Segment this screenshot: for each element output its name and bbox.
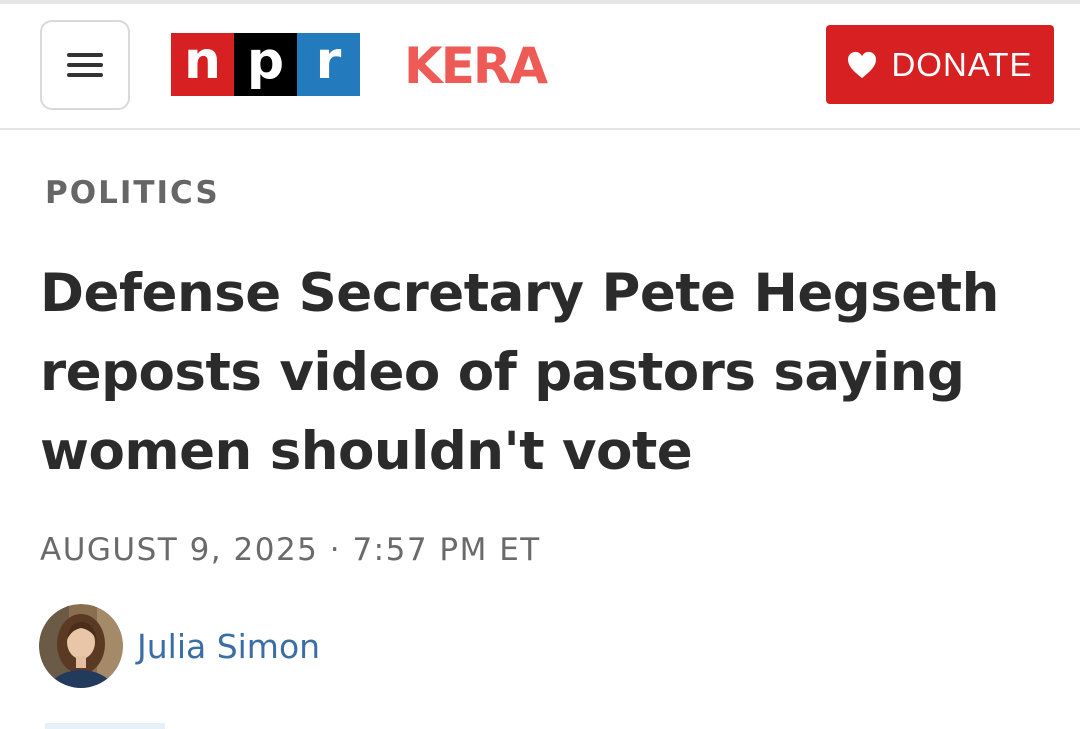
heart-icon xyxy=(848,51,877,78)
station-logo[interactable]: KERA xyxy=(404,38,548,94)
npr-logo-letter-r: r xyxy=(297,33,360,96)
npr-logo[interactable]: n p r xyxy=(171,33,360,96)
author-name-link[interactable]: Julia Simon xyxy=(137,627,320,666)
author-avatar[interactable] xyxy=(39,604,123,688)
article-dateline: AUGUST 9, 2025 · 7:57 PM ET xyxy=(40,532,541,568)
byline: Julia Simon xyxy=(39,604,320,688)
menu-button[interactable] xyxy=(40,20,130,110)
content-edge-decoration xyxy=(45,723,165,729)
site-header: n p r KERA DONATE xyxy=(0,4,1080,130)
article-headline: Defense Secretary Pete Hegseth reposts v… xyxy=(40,263,999,482)
npr-logo-letter-n: n xyxy=(171,33,234,96)
donate-label: DONATE xyxy=(891,45,1033,83)
donate-button[interactable]: DONATE xyxy=(826,25,1054,104)
npr-logo-letter-p: p xyxy=(234,33,297,96)
hamburger-menu-icon xyxy=(67,53,103,77)
section-label[interactable]: POLITICS xyxy=(45,175,220,211)
